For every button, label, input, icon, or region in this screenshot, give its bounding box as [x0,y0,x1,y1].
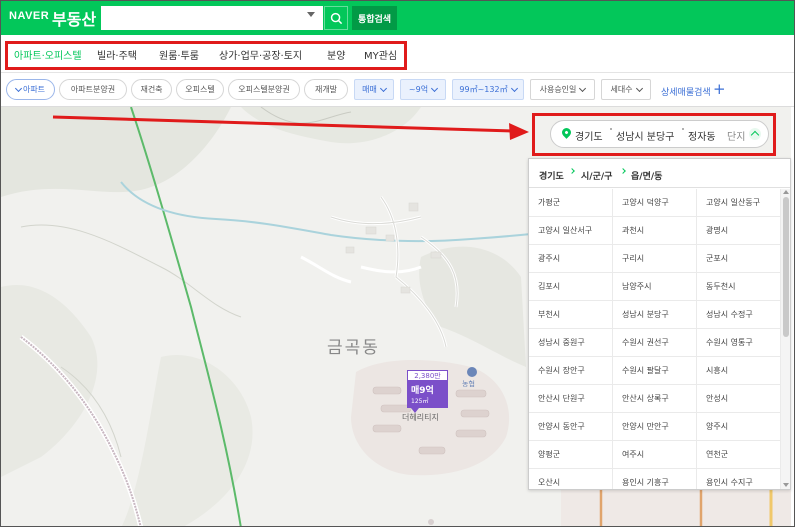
location-pin-icon [560,126,573,139]
scroll-thumb[interactable] [783,197,789,337]
location-province[interactable]: 경기도 [575,128,603,143]
chevron-down-icon [379,84,387,92]
separator-dot [682,128,684,130]
region-item[interactable]: 군포시 [697,245,781,273]
region-item[interactable]: 안양시 동안구 [529,413,613,441]
dropdown-price[interactable]: ~9억 [400,79,446,100]
scroll-up-icon[interactable] [783,190,789,194]
region-item[interactable]: 양평군 [529,441,613,469]
region-item[interactable]: 용인시 기흥구 [613,469,697,489]
location-city[interactable]: 성남시 분당구 [616,128,674,143]
region-item[interactable]: 성남시 수정구 [697,301,781,329]
dropdown-area[interactable]: 99㎡~132㎡ [452,79,524,100]
region-item[interactable]: 안양시 만안구 [613,413,697,441]
crumb-city[interactable]: 시/군/구 [581,169,612,182]
region-item[interactable]: 성남시 분당구 [613,301,697,329]
filter-chip-redevelopment[interactable]: 재개발 [304,79,348,100]
location-dong[interactable]: 정자동 [688,128,716,143]
region-item[interactable]: 수원시 팔달구 [613,357,697,385]
tab-highlight-box [5,41,407,70]
chevron-right-icon [569,168,575,174]
detail-search-link[interactable]: 상세매물검색 [661,85,711,98]
region-item[interactable]: 안성시 [697,385,781,413]
chevron-down-icon [510,84,518,92]
region-item[interactable]: 안산시 상록구 [613,385,697,413]
region-item[interactable]: 김포시 [529,273,613,301]
apartment-label[interactable]: 더헤리티지 [402,412,439,423]
dropdown-deal-type[interactable]: 매매 [354,79,394,100]
region-item[interactable]: 남양주시 [613,273,697,301]
filter-chip-officetel[interactable]: 오피스텔 [176,79,224,100]
region-item[interactable]: 고양시 덕양구 [613,189,697,217]
chevron-down-icon [431,84,439,92]
crumb-province[interactable]: 경기도 [539,169,564,182]
region-item[interactable]: 과천시 [613,217,697,245]
dropdown-households[interactable]: 세대수 [601,79,651,100]
plus-icon[interactable]: + [713,80,726,98]
region-item[interactable]: 여주시 [613,441,697,469]
region-item[interactable]: 용인시 수지구 [697,469,781,489]
filter-chip-reconstruction[interactable]: 재건축 [131,79,172,100]
region-item[interactable]: 부천시 [529,301,613,329]
region-item[interactable]: 동두천시 [697,273,781,301]
chevron-down-icon [579,84,587,92]
check-icon [14,84,22,92]
region-item[interactable]: 오산시 [529,469,613,489]
filter-chip-apartment[interactable]: 아파트 [6,79,55,100]
marker-body: 매9억 125㎡ [407,381,448,408]
app-window: NAVER 부동산 통합검색 아파트·오피스텔 빌라·주택 원룸·투룸 상가·업… [0,0,795,527]
marker-area: 125㎡ [411,398,429,405]
caret-down-icon[interactable] [307,12,315,17]
unified-search-button[interactable]: 통합검색 [352,6,397,30]
separator-dot [610,128,612,130]
region-item[interactable]: 가평군 [529,189,613,217]
panel-scrollbar[interactable] [781,189,790,489]
filter-bar: 아파트 아파트분양권 재건축 오피스텔 오피스텔분양권 재개발 매매 ~9억 9… [1,73,794,107]
region-item[interactable]: 성남시 중원구 [529,329,613,357]
place-label-geumgok: 금곡동 [327,338,380,358]
region-item[interactable]: 수원시 장안구 [529,357,613,385]
chevron-up-icon[interactable] [749,128,761,140]
region-item[interactable]: 고양시 일산동구 [697,189,781,217]
region-item[interactable]: 시흥시 [697,357,781,385]
scroll-down-icon[interactable] [783,483,789,487]
location-complex[interactable]: 단지 [727,128,745,143]
bank-icon[interactable] [467,367,477,377]
search-icon [330,12,342,24]
naver-logo[interactable]: NAVER [9,10,49,22]
location-selector[interactable]: 경기도 성남시 분당구 정자동 단지 [550,120,769,148]
region-item[interactable]: 광주시 [529,245,613,273]
facility-label[interactable]: 농협 [462,379,475,389]
region-item[interactable]: 광명시 [697,217,781,245]
dropdown-approval-date[interactable]: 사용승인일 [530,79,595,100]
service-title[interactable]: 부동산 [52,6,96,30]
region-item[interactable]: 수원시 영통구 [697,329,781,357]
filter-chip-apartment-presale[interactable]: 아파트분양권 [59,79,127,100]
marker-price: 매9억 [411,386,434,396]
marker-count: 2,380만 [407,370,448,381]
region-item[interactable]: 양주시 [697,413,781,441]
chevron-right-icon [620,168,626,174]
region-item[interactable]: 구리시 [613,245,697,273]
region-item[interactable]: 고양시 일산서구 [529,217,613,245]
search-button[interactable] [324,6,348,30]
region-item[interactable]: 연천군 [697,441,781,469]
region-item[interactable]: 수원시 권선구 [613,329,697,357]
top-header: NAVER 부동산 통합검색 [1,1,794,35]
crumb-dong[interactable]: 읍/면/동 [631,169,662,182]
region-item[interactable]: 안산시 단원구 [529,385,613,413]
region-panel: 경기도 시/군/구 읍/면/동 가평군 고양시 덕양구 고양시 일산동구고양시 일산… [528,158,791,490]
price-marker[interactable]: 2,380만 매9억 125㎡ [407,370,448,413]
search-input[interactable] [101,6,323,30]
filter-chip-officetel-presale[interactable]: 오피스텔분양권 [228,79,300,100]
chevron-down-icon [635,84,643,92]
region-breadcrumb: 경기도 시/군/구 읍/면/동 [529,159,790,188]
